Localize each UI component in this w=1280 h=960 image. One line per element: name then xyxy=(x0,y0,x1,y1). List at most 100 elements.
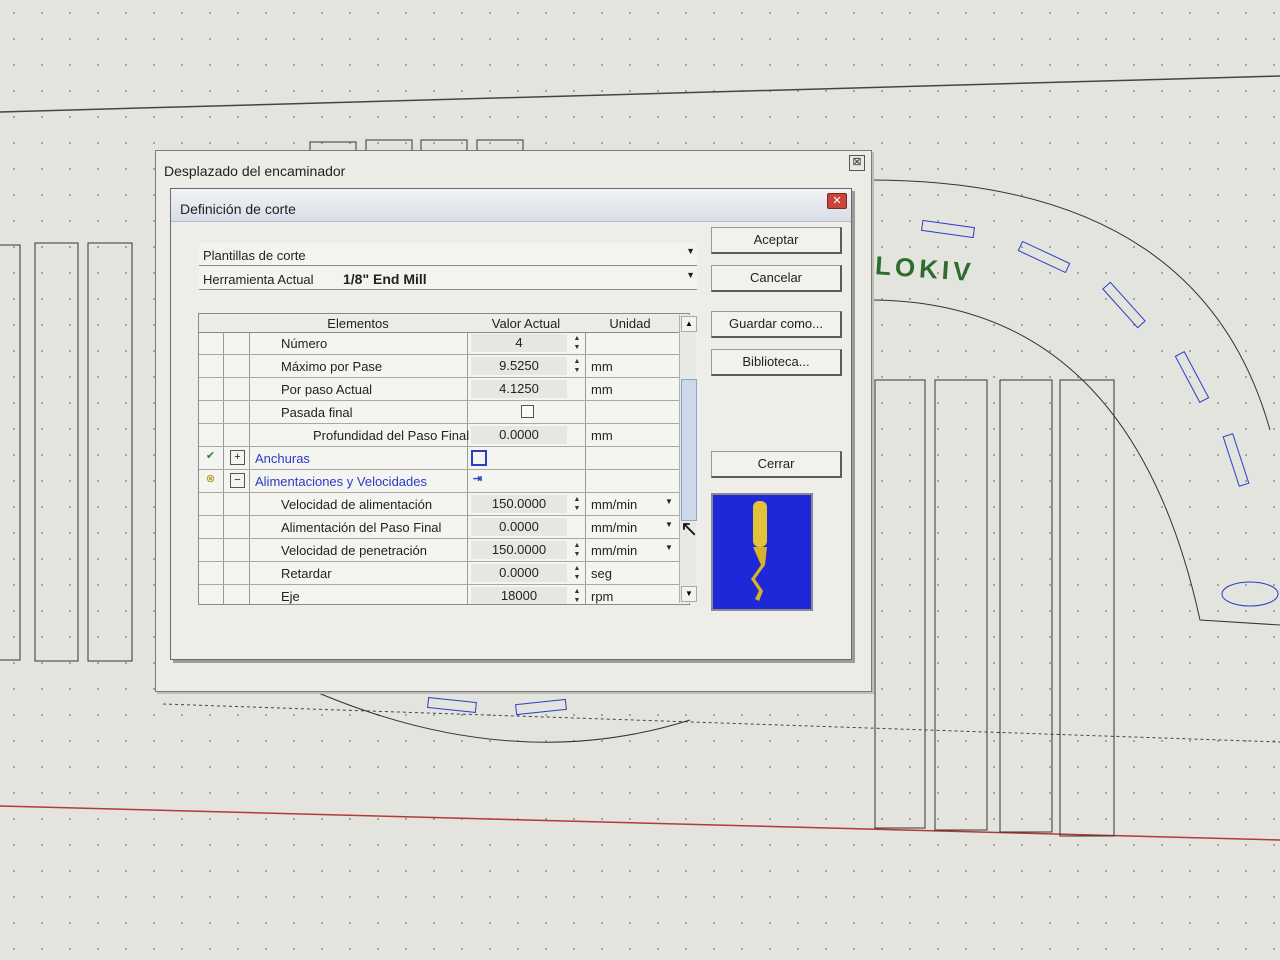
round-hole xyxy=(1221,581,1279,607)
strip-left-3 xyxy=(87,242,133,662)
scroll-up-icon[interactable]: ▲ xyxy=(681,316,697,332)
table-row[interactable]: Velocidad de penetración 150.0000 ▲ ▼ mm/… xyxy=(199,539,689,562)
logo-text: LOKIV xyxy=(874,250,975,287)
row-unit: mm xyxy=(591,359,613,374)
spinner-icon[interactable]: ▲ ▼ xyxy=(571,564,583,582)
row-unit: mm xyxy=(591,382,613,397)
row-label: Velocidad de alimentación xyxy=(281,497,433,512)
grid-scrollbar[interactable]: ▲ ▼ xyxy=(679,315,697,603)
accept-button[interactable]: Aceptar xyxy=(711,227,842,254)
chevron-down-icon[interactable]: ▼ xyxy=(665,520,673,529)
check-icon: ✔ xyxy=(205,450,216,462)
table-row[interactable]: Alimentación del Paso Final 0.0000 mm/mi… xyxy=(199,516,689,539)
row-label: Profundidad del Paso Final xyxy=(313,428,470,443)
chevron-down-icon[interactable]: ▼ xyxy=(686,246,695,256)
table-row[interactable]: Pasada final xyxy=(199,401,689,424)
chevron-down-icon[interactable]: ▼ xyxy=(665,543,673,552)
close-button[interactable]: Cerrar xyxy=(711,451,842,478)
outer-window-title: Desplazado del encaminador xyxy=(164,163,346,179)
save-as-button[interactable]: Guardar como... xyxy=(711,311,842,338)
selection-box-edge xyxy=(162,703,1280,743)
spinner-icon[interactable]: ▲ ▼ xyxy=(571,495,583,513)
chevron-down-icon[interactable]: ▼ xyxy=(686,270,695,280)
row-label: Velocidad de penetración xyxy=(281,543,428,558)
row-value: 4.1250 xyxy=(471,380,567,398)
row-value[interactable]: 0.0000 xyxy=(471,564,567,582)
widths-icon[interactable] xyxy=(471,450,487,466)
slot-5 xyxy=(1222,433,1250,487)
table-row[interactable]: Por paso Actual 4.1250 mm xyxy=(199,378,689,401)
library-button[interactable]: Biblioteca... xyxy=(711,349,842,376)
row-unit: mm xyxy=(591,428,613,443)
cancel-button[interactable]: Cancelar xyxy=(711,265,842,292)
slot-6 xyxy=(427,696,477,714)
row-value[interactable]: 4 xyxy=(471,334,567,352)
strip-right-4 xyxy=(1059,379,1115,837)
row-unit: seg xyxy=(591,566,612,581)
slot-4 xyxy=(1174,351,1210,403)
row-unit: rpm xyxy=(591,589,614,604)
row-value[interactable]: 0.0000 xyxy=(471,426,567,444)
cut-templates-label: Plantillas de corte xyxy=(203,248,306,263)
row-unit: mm/min xyxy=(591,543,638,558)
row-label: Máximo por Pase xyxy=(281,359,383,374)
header-current-value: Valor Actual xyxy=(491,316,561,331)
group-row-feeds-speeds[interactable]: ⊗ − Alimentaciones y Velocidades ⇥ xyxy=(199,470,689,493)
row-label: Alimentación del Paso Final xyxy=(281,520,442,535)
strip-left-1 xyxy=(0,244,21,661)
slot-1 xyxy=(920,219,976,239)
chevron-down-icon[interactable]: ▼ xyxy=(665,497,673,506)
dialog-titlebar[interactable]: Definición de corte ✕ xyxy=(171,189,851,222)
scroll-thumb[interactable] xyxy=(681,379,697,521)
current-tool-label: Herramienta Actual xyxy=(203,272,314,287)
row-label: Pasada final xyxy=(281,405,353,420)
warning-icon: ⊗ xyxy=(205,473,216,485)
spinner-icon[interactable]: ▲ ▼ xyxy=(571,587,583,604)
sheet-top-border xyxy=(0,75,1280,113)
row-value[interactable]: 150.0000 xyxy=(471,541,567,559)
row-unit: mm/min xyxy=(591,520,638,535)
sheet-bottom-border xyxy=(0,805,1280,841)
row-value[interactable]: 9.5250 xyxy=(471,357,567,375)
disc-inner-arc xyxy=(869,299,1280,626)
slot-7 xyxy=(515,698,567,716)
table-row[interactable]: Máximo por Pase 9.5250 ▲ ▼ mm xyxy=(199,355,689,378)
collapse-minus-icon[interactable]: − xyxy=(230,473,245,488)
spinner-icon[interactable]: ▲ ▼ xyxy=(571,334,583,352)
feeds-speeds-icon[interactable]: ⇥ xyxy=(471,473,484,486)
row-value[interactable]: 150.0000 xyxy=(471,495,567,513)
row-label: Anchuras xyxy=(255,451,310,466)
spinner-icon[interactable]: ▲ ▼ xyxy=(571,357,583,375)
cut-definition-dialog: Definición de corte ✕ Plantillas de cort… xyxy=(170,188,852,660)
table-row[interactable]: Velocidad de alimentación 150.0000 ▲ ▼ mm… xyxy=(199,493,689,516)
row-value[interactable]: 0.0000 xyxy=(471,518,567,536)
header-elements: Elementos xyxy=(327,316,389,331)
strip-left-2 xyxy=(34,242,79,662)
strip-right-3 xyxy=(999,379,1053,833)
current-tool-combo[interactable]: Herramienta Actual 1/8" End Mill ▼ xyxy=(199,267,697,290)
cut-templates-combo[interactable]: Plantillas de corte ▼ xyxy=(199,243,697,266)
outer-close-icon[interactable]: ⊠ xyxy=(849,155,865,171)
table-row[interactable]: Eje 18000 ▲ ▼ rpm xyxy=(199,585,689,604)
row-value[interactable]: 18000 xyxy=(471,587,567,604)
end-mill-icon xyxy=(751,501,767,601)
table-row[interactable]: Profundidad del Paso Final 0.0000 mm xyxy=(199,424,689,447)
table-row[interactable]: Número 4 ▲ ▼ xyxy=(199,332,689,355)
final-pass-checkbox[interactable] xyxy=(521,405,534,418)
tool-preview-image xyxy=(711,493,813,611)
row-label: Alimentaciones y Velocidades xyxy=(255,474,427,489)
slot-3 xyxy=(1102,281,1146,329)
mouse-pointer-icon: ↖ xyxy=(680,516,699,541)
table-row[interactable]: Retardar 0.0000 ▲ ▼ seg xyxy=(199,562,689,585)
expand-plus-icon[interactable]: + xyxy=(230,450,245,465)
properties-grid: Elementos Valor Actual Unidad Número 4 ▲… xyxy=(198,313,690,605)
slot-2 xyxy=(1017,240,1071,274)
row-unit: mm/min xyxy=(591,497,638,512)
row-label: Por paso Actual xyxy=(281,382,373,397)
dialog-title: Definición de corte xyxy=(180,201,296,217)
close-icon[interactable]: ✕ xyxy=(827,193,847,209)
group-row-widths[interactable]: ✔ + Anchuras xyxy=(199,447,689,470)
scroll-down-icon[interactable]: ▼ xyxy=(681,586,697,602)
strip-right-2 xyxy=(934,379,988,831)
spinner-icon[interactable]: ▲ ▼ xyxy=(571,541,583,559)
